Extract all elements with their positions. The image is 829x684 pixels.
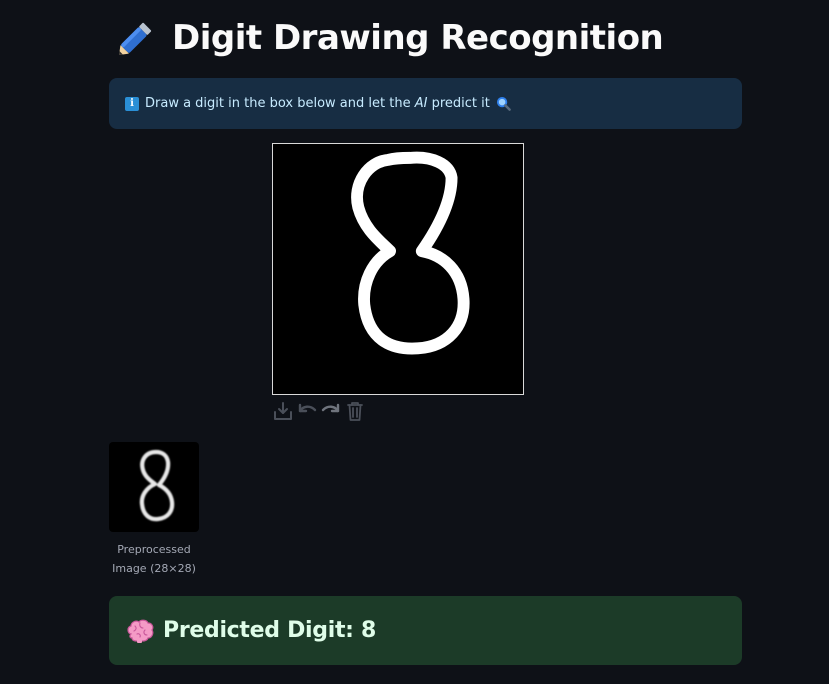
title-text: Digit Drawing Recognition [172,18,664,58]
prediction-alert: Predicted Digit: 8 [109,596,742,665]
trash-icon[interactable] [344,400,366,422]
preprocessed-image [109,442,199,532]
brain-icon [125,618,155,644]
info-text-ai: AI [414,96,428,111]
download-icon[interactable] [272,400,294,422]
caption-line-1: Preprocessed [117,543,191,556]
caption-line-2: Image (28×28) [112,562,196,575]
canvas-toolbar [272,400,366,422]
undo-icon[interactable] [296,400,318,422]
app-main: Digit Drawing Recognition i Draw a digit… [0,0,829,684]
info-alert: i Draw a digit in the box below and let … [109,78,742,129]
page-title: Digit Drawing Recognition [114,16,664,60]
predicted-digit-label: Predicted Digit: 8 [163,618,377,643]
redo-icon[interactable] [320,400,342,422]
info-text-after: predict it [427,96,490,111]
pencil-icon [114,16,158,60]
preprocessed-caption: Preprocessed Image (28×28) [99,540,209,578]
drawing-canvas[interactable] [272,143,524,395]
drawn-digit-stroke [351,151,470,355]
info-text: Draw a digit in the box below and let th… [145,96,490,111]
magnifier-icon [496,96,511,111]
info-text-before: Draw a digit in the box below and let th… [145,96,415,111]
info-icon: i [125,96,139,111]
